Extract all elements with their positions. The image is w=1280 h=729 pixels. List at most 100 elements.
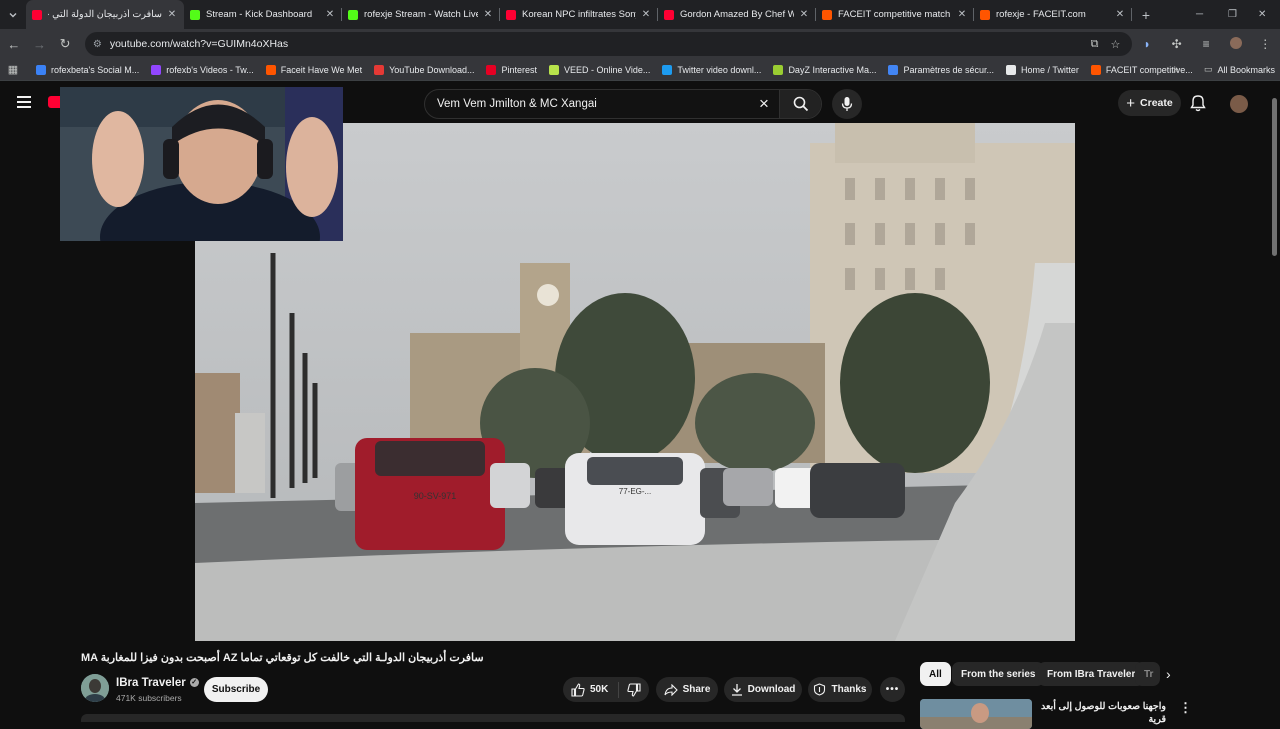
browser-tab-strip: سافرت أذربيجان الدولة التي خالفت✕Stream … [0,0,1280,29]
restore-button[interactable]: ❐ [1228,0,1237,29]
bookmark-item[interactable]: YouTube Download... [374,64,474,75]
arrow-right-icon: → [32,36,46,52]
bookmark-item[interactable]: VEED - Online Vide... [549,64,650,75]
search-icon [793,96,808,112]
tab-favicon-icon [348,9,358,20]
bookmark-item[interactable]: Pinterest [486,64,538,75]
bookmark-list: rofexbeta's Social M... rofexb's Videos -… [36,64,1205,75]
address-bar[interactable]: ⚙ youtube.com/watch?v=GUIMn4oXHas ⧉ ☆ [84,32,1133,56]
share-button[interactable]: Share [656,677,718,702]
tab-favicon-icon [822,9,832,20]
profile-avatar[interactable] [1221,36,1251,52]
bookmark-favicon-icon [36,64,46,75]
tab-close-icon[interactable]: ✕ [482,9,494,20]
channel-name[interactable]: IBra Traveler ✓ [116,677,199,689]
chip-truncated[interactable]: Tr [1135,662,1160,686]
tab-close-icon[interactable]: ✕ [324,9,336,20]
minimize-button[interactable]: ─ [1196,0,1203,29]
more-actions-button[interactable]: ••• [880,677,905,702]
share-icon [664,683,678,696]
bookmark-item[interactable]: Paramètres de sécur... [888,64,994,75]
chevron-right-icon[interactable]: › [1166,666,1171,682]
bookmark-item[interactable]: DayZ Interactive Ma... [773,64,876,75]
browser-tab[interactable]: Korean NPC infiltrates Sony HQ ✕ [500,0,658,29]
apps-grid-icon[interactable]: ▦ [0,63,26,76]
channel-avatar[interactable] [81,674,109,702]
browser-tab[interactable]: Stream - Kick Dashboard ✕ [184,0,342,29]
more-vertical-icon[interactable]: ⋮ [1179,700,1192,716]
recommended-video-title[interactable]: واجهنا صعوبات للوصول إلى أبعد قرية [1038,700,1166,726]
bookmark-item[interactable]: Home / Twitter [1006,64,1079,75]
tab-close-icon[interactable]: ✕ [956,9,968,20]
tab-favicon-icon [190,9,200,20]
bookmark-star-icon[interactable]: ☆ [1110,38,1120,51]
tab-search-button[interactable] [0,0,26,29]
channel-name-label: IBra Traveler [116,677,186,689]
close-window-button[interactable]: ✕ [1258,0,1266,29]
more-horizontal-icon: ••• [885,684,900,695]
microphone-icon [841,97,853,111]
install-app-icon[interactable]: ⧉ [1091,38,1099,51]
dislike-button[interactable] [627,682,641,697]
chevron-right-icon[interactable]: » [1173,64,1179,75]
browser-tab[interactable]: rofexje Stream - Watch Live on ✕ [342,0,500,29]
chip-from-series[interactable]: From the series [952,662,1045,686]
browser-tab[interactable]: سافرت أذربيجان الدولة التي خالفت ✕ [26,0,184,29]
tab-close-icon[interactable]: ✕ [640,9,652,20]
streamer-webcam-overlay [60,87,343,241]
back-button[interactable]: ← [2,32,26,56]
chip-from-channel[interactable]: From IBra Traveler [1038,662,1145,686]
browser-menu-icon[interactable]: ⋮ [1250,37,1280,51]
thumbs-up-icon [571,682,585,697]
bookmark-favicon-icon [1006,64,1017,75]
bookmark-favicon-icon [151,64,162,75]
bookmark-item[interactable]: rofexbeta's Social M... [36,64,139,75]
tab-close-icon[interactable]: ✕ [1114,9,1126,20]
page-scrollbar[interactable] [1272,98,1277,256]
browser-tab[interactable]: rofexje - FACEIT.com ✕ [974,0,1132,29]
tab-favicon-icon [980,9,990,20]
bookmark-label: Pinterest [501,64,538,75]
recommended-video-thumbnail[interactable] [920,699,1032,729]
download-button[interactable]: Download [724,677,802,702]
bookmark-item[interactable]: Faceit Have We Met [265,64,362,75]
thanks-button[interactable]: Thanks [808,677,872,702]
folder-icon: ▭ [1204,64,1213,74]
forward-button[interactable]: → [28,32,52,56]
voice-search-button[interactable] [832,89,862,119]
account-avatar[interactable] [1230,95,1248,113]
tab-title: Gordon Amazed By Chef Who [680,9,794,20]
create-label: Create [1140,97,1173,109]
site-settings-icon[interactable]: ⚙ [93,39,102,50]
description-box[interactable] [81,714,905,722]
download-icon [731,683,743,696]
tab-close-icon[interactable]: ✕ [166,9,178,20]
tab-title: FACEIT competitive match - FA [838,9,952,20]
subscribe-button[interactable]: Subscribe [204,677,268,702]
search-input[interactable]: Vem Vem Jmilton & MC Xangai [425,98,749,110]
like-button[interactable] [571,682,585,697]
notifications-button[interactable] [1190,94,1206,117]
browser-tab[interactable]: Gordon Amazed By Chef Who ✕ [658,0,816,29]
search-button[interactable] [779,90,821,118]
new-tab-button[interactable]: + [1132,0,1160,29]
search-box: Vem Vem Jmilton & MC Xangai × [424,89,822,119]
media-control-icon[interactable]: ≡ [1191,37,1221,51]
tab-title: سافرت أذربيجان الدولة التي خالفت [48,9,162,20]
chip-all[interactable]: All [920,662,951,686]
puzzle-icon[interactable]: ✣ [1162,37,1192,51]
browser-tab[interactable]: FACEIT competitive match - FA ✕ [816,0,974,29]
bookmark-item[interactable]: Twitter video downl... [662,64,761,75]
bookmark-item[interactable]: rofexb's Videos - Tw... [151,64,254,75]
bookmark-favicon-icon [549,64,560,75]
clear-search-icon[interactable]: × [749,94,779,114]
create-button[interactable]: + Create [1118,90,1181,116]
tab-close-icon[interactable]: ✕ [798,9,810,20]
verified-icon: ✓ [189,678,199,688]
extension-icon[interactable]: ◗ [1132,37,1162,51]
guide-menu-icon[interactable] [17,96,31,108]
all-bookmarks-folder[interactable]: ▭ All Bookmarks [1204,64,1275,75]
webcam-frame [60,87,343,241]
reload-button[interactable]: ↻ [53,32,77,56]
tab-title: Korean NPC infiltrates Sony HQ [522,9,636,20]
